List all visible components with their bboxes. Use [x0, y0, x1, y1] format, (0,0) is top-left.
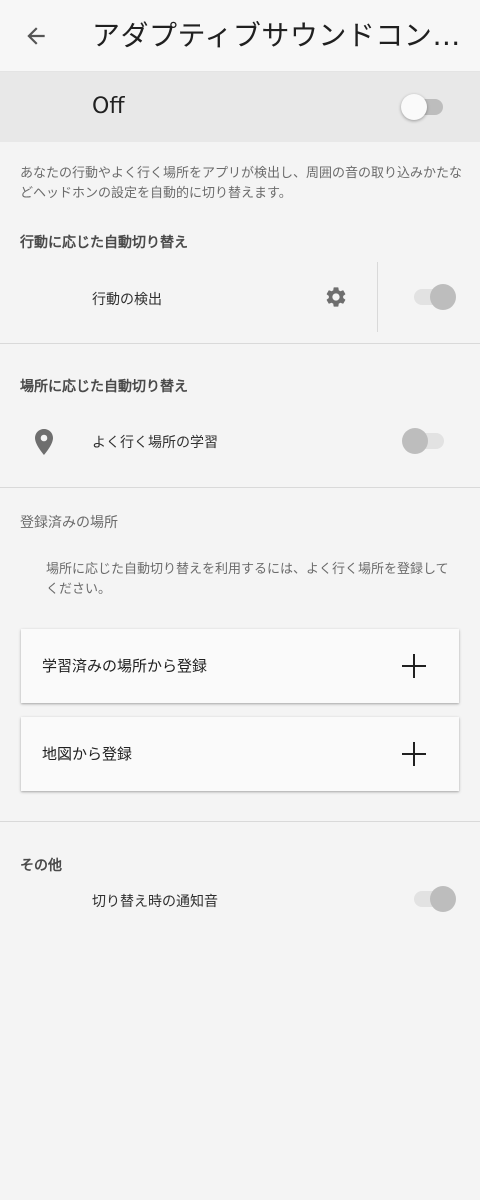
master-switch-label: Off — [92, 94, 125, 119]
divider — [0, 821, 480, 822]
activity-detection-label: 行動の検出 — [92, 292, 162, 308]
section-header-location: 場所に応じた自動切り替え — [20, 379, 188, 395]
section-header-registered: 登録済みの場所 — [20, 515, 118, 531]
toggle-thumb — [430, 886, 456, 912]
registered-places-hint: 場所に応じた自動切り替えを利用するには、よく行く場所を登録してください。 — [46, 562, 449, 597]
vertical-divider — [377, 262, 378, 332]
section-header-other: その他 — [20, 858, 62, 874]
register-from-map-button[interactable]: 地図から登録 — [21, 717, 459, 791]
plus-icon — [402, 742, 426, 766]
location-pin-icon — [35, 429, 53, 455]
feature-description: あなたの行動やよく行く場所をアプリが検出し、周囲の音の取り込みかたなどヘッドホン… — [20, 166, 463, 201]
divider — [0, 487, 480, 488]
location-learning-label: よく行く場所の学習 — [92, 435, 218, 451]
app-bar: アダプティブサウンドコントロ… — [0, 0, 480, 72]
gear-icon[interactable] — [324, 285, 348, 309]
master-switch-bar[interactable]: Off — [0, 72, 480, 142]
switch-notification-sound-toggle[interactable] — [410, 883, 456, 915]
toggle-thumb — [402, 428, 428, 454]
divider — [0, 343, 480, 344]
arrow-back-icon — [27, 27, 45, 45]
plus-icon — [402, 654, 426, 678]
register-from-learned-label: 学習済みの場所から登録 — [42, 657, 208, 675]
register-from-learned-button[interactable]: 学習済みの場所から登録 — [21, 629, 459, 703]
switch-notification-sound-label: 切り替え時の通知音 — [92, 894, 218, 910]
activity-detection-toggle[interactable] — [410, 281, 456, 313]
section-header-activity: 行動に応じた自動切り替え — [20, 235, 188, 251]
toggle-thumb — [401, 94, 427, 120]
page-title: アダプティブサウンドコントロ… — [92, 19, 462, 52]
master-toggle[interactable] — [401, 91, 447, 123]
toggle-thumb — [430, 284, 456, 310]
location-learning-toggle[interactable] — [402, 425, 448, 457]
register-from-map-label: 地図から登録 — [42, 745, 133, 763]
back-button[interactable] — [14, 14, 58, 58]
